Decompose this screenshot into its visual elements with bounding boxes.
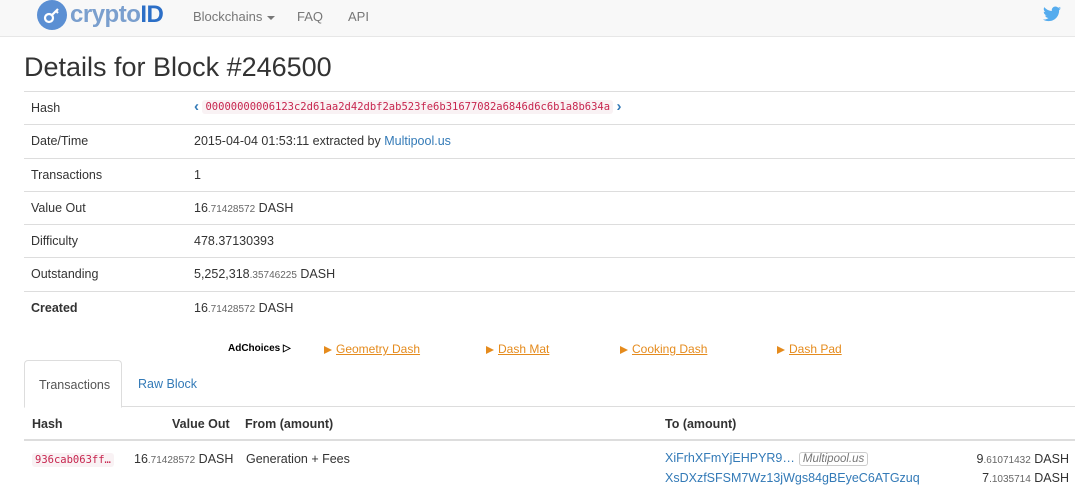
hash-value-cell: ‹ 00000000006123c2d61aa2d42dbf2ab523fe6b…: [194, 99, 622, 114]
tx-output-2: XsDXzfSFSM7Wz13jWgs84gBEyeC6ATGzuq: [665, 471, 920, 485]
detail-row-difficulty: Difficulty 478.37130393: [24, 225, 1075, 259]
detail-row-outstanding: Outstanding 5,252,318.35746225 DASH: [24, 258, 1075, 292]
caret-down-icon: [267, 15, 276, 20]
detail-row-hash: Hash ‹ 00000000006123c2d61aa2d42dbf2ab52…: [24, 92, 1075, 126]
difficulty-value: 478.37130393: [194, 234, 274, 249]
extracted-by-text: extracted by: [312, 134, 381, 149]
hash-label: Hash: [31, 101, 61, 115]
adchoices[interactable]: AdChoices ▷: [228, 343, 291, 354]
logo-text: cryptoID: [70, 1, 164, 28]
transactions-label: Transactions: [31, 167, 103, 182]
ad-link-cooking-dash[interactable]: Cooking Dash: [620, 342, 707, 356]
th-hash: Hash: [32, 417, 63, 431]
ad-link-dash-mat[interactable]: Dash Mat: [486, 342, 549, 356]
output-address-link[interactable]: XiFrhXFmYjEHPYR9…: [665, 451, 795, 465]
tx-output-2-amount: 7.1035714 DASH: [982, 471, 1069, 485]
adchoices-icon: ▷: [283, 343, 291, 354]
th-value-out: Value Out: [172, 417, 230, 431]
navbar: cryptoID Blockchains FAQ API: [0, 0, 1075, 37]
detail-row-transactions: Transactions 1: [24, 159, 1075, 192]
chevron-left-icon[interactable]: ‹: [194, 99, 199, 114]
th-from: From (amount): [245, 417, 334, 431]
table-row: 936cab063ff… 16.71428572 DASH Generation…: [24, 443, 1075, 497]
detail-row-created: Created 16.71428572 DASH: [24, 292, 1075, 325]
block-details-table: Hash ‹ 00000000006123c2d61aa2d42dbf2ab52…: [24, 91, 1075, 325]
tx-from: Generation + Fees: [246, 452, 350, 466]
output-address-link[interactable]: XsDXzfSFSM7Wz13jWgs84gBEyeC6ATGzuq: [665, 471, 920, 485]
th-to: To (amount): [665, 417, 737, 431]
tx-value-out: 16.71428572 DASH: [134, 452, 234, 466]
tx-hash[interactable]: 936cab063ff…: [32, 453, 114, 467]
created-value: 16.71428572 DASH: [194, 300, 294, 315]
datetime-value-cell: 2015-04-04 01:53:11 extracted by Multipo…: [194, 134, 451, 148]
tab-transactions[interactable]: Transactions: [24, 360, 122, 408]
chevron-right-icon[interactable]: ›: [617, 99, 622, 114]
outstanding-value: 5,252,318.35746225 DASH: [194, 267, 336, 282]
ad-bar: AdChoices ▷ Geometry Dash Dash Mat Cooki…: [0, 342, 1075, 358]
detail-row-value-out: Value Out 16.71428572 DASH: [24, 192, 1075, 226]
nav-api[interactable]: API: [348, 9, 369, 24]
outstanding-label: Outstanding: [31, 267, 99, 282]
play-arrow-icon: [486, 345, 494, 354]
block-hash: 00000000006123c2d61aa2d42dbf2ab523fe6b31…: [202, 100, 614, 114]
ad-link-dash-pad[interactable]: Dash Pad: [777, 342, 842, 356]
datetime-label: Date/Time: [31, 134, 89, 149]
nav-faq[interactable]: FAQ: [297, 9, 323, 24]
play-arrow-icon: [777, 345, 785, 354]
tab-bar: Transactions Raw Block: [24, 360, 1075, 408]
tx-hash-cell[interactable]: 936cab063ff…: [32, 452, 114, 467]
tab-raw-block[interactable]: Raw Block: [124, 360, 211, 407]
created-label: Created: [31, 300, 78, 315]
logo[interactable]: cryptoID: [37, 0, 164, 30]
tx-table-header: Hash Value Out From (amount) To (amount): [24, 407, 1075, 441]
value-out-value: 16.71428572 DASH: [194, 200, 294, 215]
tx-output-1-amount: 9.61071432 DASH: [976, 452, 1069, 466]
twitter-icon[interactable]: [1043, 6, 1061, 25]
pool-tag: Multipool.us: [798, 452, 869, 466]
pool-link[interactable]: Multipool.us: [384, 134, 451, 148]
difficulty-label: Difficulty: [31, 234, 79, 249]
tx-output-1: XiFrhXFmYjEHPYR9… Multipool.us: [665, 451, 869, 466]
ad-link-geometry-dash[interactable]: Geometry Dash: [324, 342, 420, 356]
detail-row-datetime: Date/Time 2015-04-04 01:53:11 extracted …: [24, 125, 1075, 159]
page-title: Details for Block #246500: [24, 52, 332, 82]
key-icon: [37, 0, 67, 30]
transactions-value: 1: [194, 167, 201, 182]
value-out-label: Value Out: [31, 200, 86, 215]
play-arrow-icon: [324, 345, 332, 354]
nav-blockchains-dropdown[interactable]: Blockchains: [193, 9, 276, 24]
play-arrow-icon: [620, 345, 628, 354]
datetime-value: 2015-04-04 01:53:11: [194, 134, 310, 149]
